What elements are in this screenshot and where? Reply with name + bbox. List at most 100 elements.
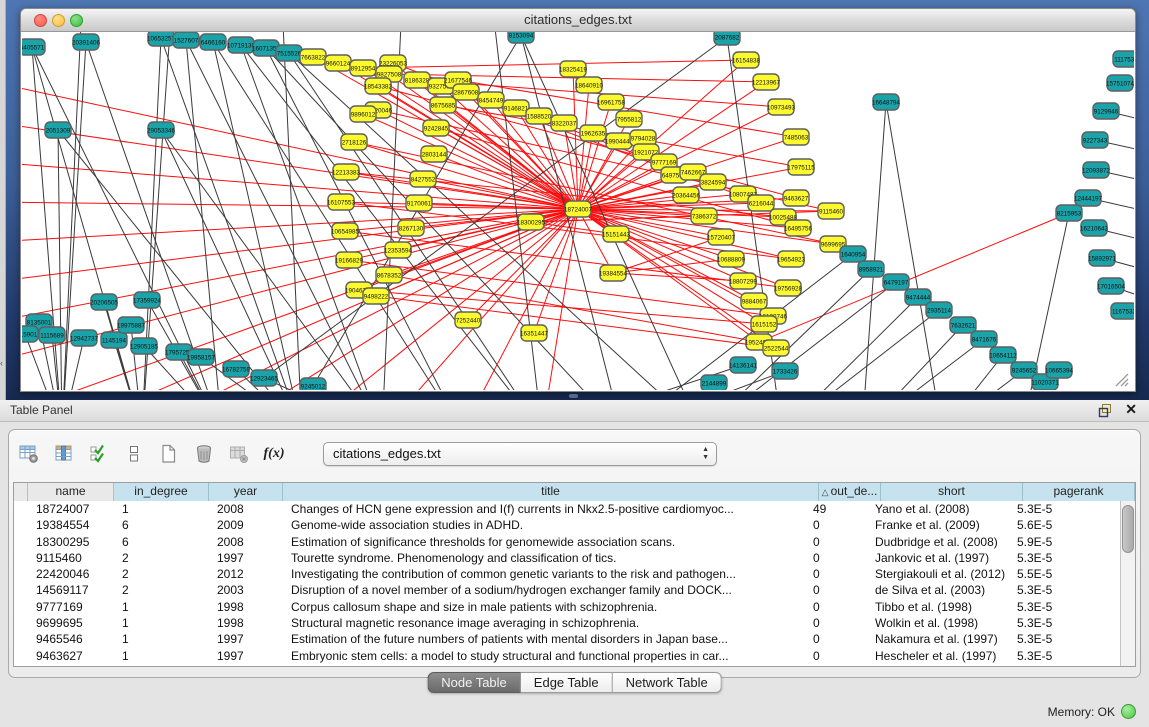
network-node[interactable]: 8675685 [430,97,456,113]
network-node[interactable]: 2051309 [45,122,71,138]
network-node[interactable]: 12942737 [70,330,99,346]
network-node[interactable]: 9146821 [503,100,529,116]
table-row[interactable]: 911546021997Tourette syndrome. Phenomeno… [14,550,1121,566]
network-node[interactable]: 1640954 [840,246,866,262]
network-node[interactable]: 19958157 [187,349,216,365]
network-node[interactable]: 7955812 [616,111,642,127]
column-header-in-degree[interactable]: in_degree [114,483,209,501]
network-node[interactable]: 19756928 [774,280,803,296]
network-node[interactable]: 12213383 [332,164,361,180]
scrollbar-thumb[interactable] [1122,505,1134,553]
network-node[interactable]: 18640910 [575,77,604,93]
network-node[interactable]: 4405571 [22,39,45,55]
network-node[interactable]: 15151443 [602,226,631,242]
network-node[interactable]: 15892971 [1088,250,1117,266]
table-row[interactable]: 1456911722003Disruption of a novel membe… [14,582,1121,598]
network-node[interactable]: 10653257 [147,32,176,46]
float-panel-icon[interactable] [1098,403,1113,418]
network-node[interactable]: 1115689 [39,327,65,343]
delete-table-icon[interactable] [194,444,214,464]
network-node[interactable]: 10654112 [989,347,1017,363]
network-node[interactable]: 20391406 [72,34,101,50]
network-node[interactable]: 16154838 [732,52,761,68]
network-node[interactable]: 10665394 [1045,362,1074,378]
network-node[interactable]: 8186328 [404,72,430,88]
network-node[interactable]: 9170061 [406,195,432,211]
column-header-short[interactable]: short [881,483,1023,501]
network-node[interactable]: 9245012 [300,378,326,390]
network-node[interactable]: 1167533 [1111,303,1134,319]
network-node[interactable]: 16782759 [222,361,251,377]
network-node[interactable]: 1117533 [1113,51,1134,67]
table-row[interactable]: 946362711997Embryonic stem cells: a mode… [14,648,1121,664]
network-node[interactable]: 29053346 [147,122,176,138]
network-node[interactable]: 19654923 [777,251,806,267]
close-panel-icon[interactable]: ✕ [1125,401,1137,418]
network-node[interactable]: 16351447 [520,325,549,341]
network-node[interactable]: 18543382 [364,78,393,94]
network-node[interactable]: 17016504 [1097,278,1126,294]
network-node[interactable]: 9896012 [350,106,376,122]
network-node[interactable]: 9884067 [741,293,767,309]
table-row[interactable]: 977716911998Corpus callosum shape and si… [14,599,1121,615]
network-node[interactable]: 9660124 [325,55,351,71]
table-row[interactable]: 969969511998Structural magnetic resonanc… [14,615,1121,631]
network-node[interactable]: 2087682 [714,32,740,45]
table-options-icon[interactable] [19,444,39,464]
network-canvas[interactable]: 1872400744055712039140610653257152760764… [22,32,1134,390]
collapse-divider-icon[interactable]: ‹ [0,358,3,368]
network-node[interactable]: 7515526 [276,45,302,61]
network-node[interactable]: 2522544 [763,340,789,356]
network-node[interactable]: 1527607 [173,32,199,48]
select-all-icon[interactable] [89,444,109,464]
show-hide-columns-icon[interactable] [54,444,74,464]
vertical-scrollbar[interactable] [1120,501,1135,666]
network-node[interactable]: 9474444 [905,289,931,305]
network-node[interactable]: 2935114 [926,302,952,318]
network-node[interactable]: 16107553 [327,194,356,210]
network-node[interactable]: 9242845 [423,120,449,136]
network-node[interactable]: 19166829 [335,252,364,268]
network-node[interactable]: 16648794 [872,94,901,110]
network-node[interactable]: 9498222 [363,288,389,304]
table-row[interactable]: 946554611997Estimation of the future num… [14,631,1121,647]
network-node[interactable]: 10654985 [331,223,360,239]
network-node[interactable]: 6216044 [748,195,774,211]
network-node[interactable]: 8153094 [508,32,534,43]
network-node[interactable]: 1615152 [751,316,777,332]
network-node[interactable]: 8958921 [858,261,884,277]
resize-grip-icon[interactable] [1112,370,1132,388]
column-header-name[interactable]: name [28,483,114,501]
column-header-year[interactable]: year [209,483,283,501]
network-node[interactable]: 9463627 [783,190,809,206]
network-node[interactable]: 12444197 [1074,190,1103,206]
network-node[interactable]: 7252440 [455,312,481,328]
table-row[interactable]: 1938455462009Genome-wide association stu… [14,517,1121,533]
network-node[interactable]: 15720407 [707,229,736,245]
network-node[interactable]: 2867608 [453,84,479,100]
network-node[interactable]: 17975115 [787,159,815,175]
column-header-out-de-[interactable]: △out_de... [819,483,881,501]
network-node[interactable]: 17359924 [133,292,162,308]
network-node[interactable]: 1962635 [580,125,606,141]
network-node[interactable]: 18325419 [559,61,588,77]
network-node[interactable]: 7386372 [691,208,717,224]
network-node[interactable]: 19384554 [599,265,628,281]
network-node[interactable]: 8427552 [410,171,436,187]
network-node[interactable]: 16961758 [597,94,626,110]
network-node[interactable]: 19975887 [117,317,146,333]
network-node[interactable]: 12923465 [250,370,279,386]
network-node[interactable]: 6466160 [200,34,226,50]
network-node[interactable]: 3915901 [22,326,38,342]
network-node[interactable]: 12213967 [752,74,781,90]
network-node[interactable]: 2718126 [341,134,367,150]
network-node[interactable]: 1733426 [772,363,798,379]
tab-network-table[interactable]: Network Table [613,672,722,693]
network-node[interactable]: 1145194 [101,332,127,348]
network-node[interactable]: 10973493 [767,99,796,115]
network-node[interactable]: 15751074 [1106,75,1134,91]
network-node[interactable]: 20364456 [672,187,701,203]
network-node[interactable]: 19904443 [605,133,634,149]
network-node[interactable]: 9129946 [1093,103,1119,119]
network-node[interactable]: 12353594 [384,242,413,258]
